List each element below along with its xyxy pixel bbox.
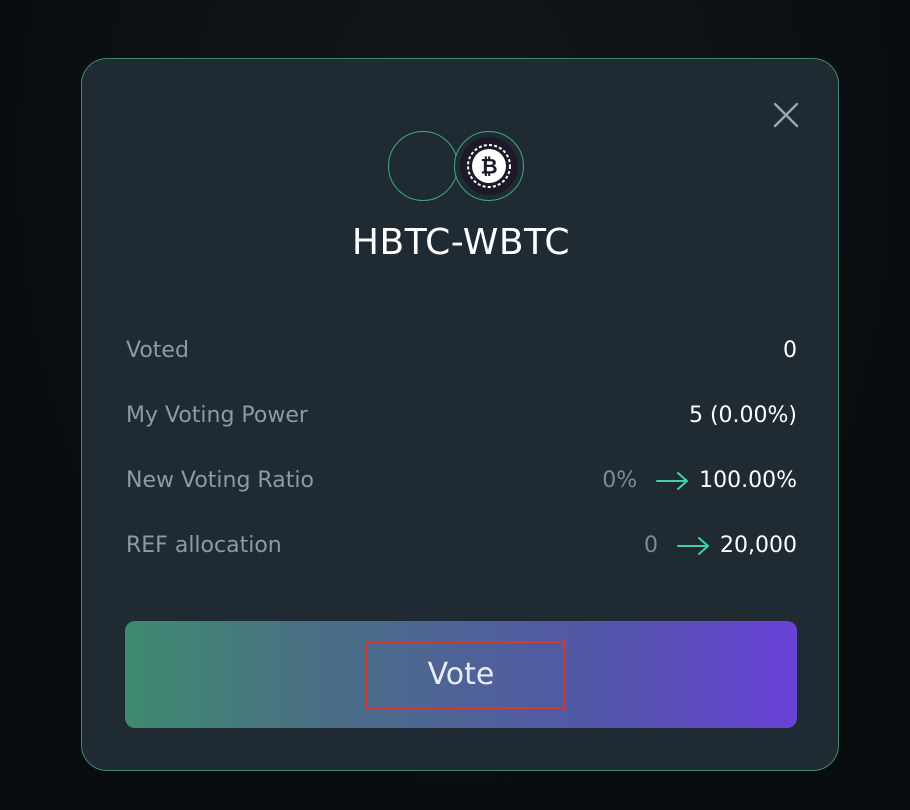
vote-button[interactable]: Vote bbox=[125, 621, 797, 728]
close-icon bbox=[773, 102, 799, 128]
stat-row-voted: Voted 0 bbox=[126, 334, 797, 368]
stat-row-ref-allocation: REF allocation 0 20,000 bbox=[126, 529, 797, 563]
stat-label: Voted bbox=[126, 338, 189, 363]
bitcoin-icon: ₿ bbox=[460, 137, 518, 195]
stat-new-value: 100.00% bbox=[699, 468, 797, 493]
stat-label: My Voting Power bbox=[126, 403, 308, 428]
pair-title: HBTC-WBTC bbox=[351, 222, 571, 263]
svg-text:₿: ₿ bbox=[480, 155, 497, 179]
token-placeholder-icon bbox=[388, 131, 458, 201]
stat-old-value: 0 bbox=[644, 533, 659, 558]
vote-modal: ₿ HBTC-WBTC Voted 0 My Voting Power 5 (0… bbox=[81, 58, 839, 771]
close-button[interactable] bbox=[771, 100, 801, 130]
stat-row-voting-power: My Voting Power 5 (0.00%) bbox=[126, 399, 797, 433]
stat-row-voting-ratio: New Voting Ratio 0% 100.00% bbox=[126, 464, 797, 498]
bitcoin-token: ₿ bbox=[454, 131, 524, 201]
stat-old-value: 0% bbox=[602, 468, 638, 493]
stat-label: REF allocation bbox=[126, 533, 282, 558]
arrow-right-icon bbox=[656, 472, 689, 490]
vote-button-label: Vote bbox=[427, 657, 495, 692]
stat-new-value: 20,000 bbox=[720, 533, 797, 558]
token-pair-icons: ₿ bbox=[388, 131, 528, 205]
stat-value: 0 bbox=[783, 338, 797, 363]
stat-value: 5 (0.00%) bbox=[688, 403, 797, 428]
arrow-right-icon bbox=[677, 537, 710, 555]
stat-label: New Voting Ratio bbox=[126, 468, 314, 493]
